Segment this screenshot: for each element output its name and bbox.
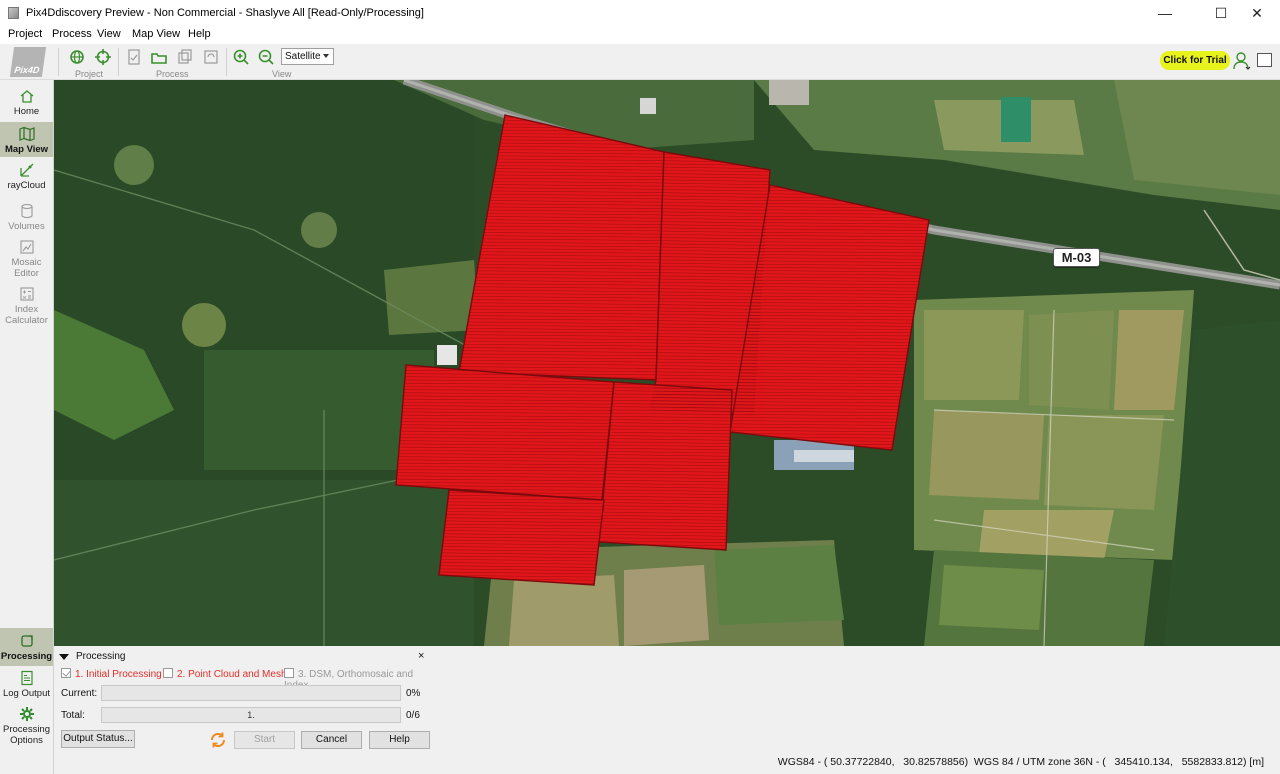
current-progress-value: 0% <box>406 688 421 699</box>
sidebar-item-label: Processing Options <box>3 724 50 746</box>
gear-icon <box>19 707 34 721</box>
collapse-triangle-icon[interactable] <box>59 654 69 660</box>
map-type-value: Satellite <box>285 51 321 62</box>
log-document-icon <box>20 670 33 686</box>
minimize-button[interactable]: — <box>1142 0 1188 26</box>
zoom-out-icon[interactable] <box>257 48 275 66</box>
menu-bar: Project Process View Map View Help <box>0 26 1280 44</box>
sidebar-item-label: Map View <box>4 144 49 155</box>
toolbar: Pix4D Project Process Satellite View Cli… <box>0 44 1280 80</box>
gcp-crosshair-icon[interactable] <box>94 48 112 66</box>
app-icon <box>8 7 19 19</box>
sidebar-item-map-view[interactable]: Map View <box>0 122 53 157</box>
close-panel-button[interactable]: × <box>418 650 424 662</box>
menu-map-view[interactable]: Map View <box>132 28 180 40</box>
total-progress-text: 1. <box>247 710 255 720</box>
sidebar-item-volumes[interactable]: Volumes <box>0 203 53 237</box>
cancel-button[interactable]: Cancel <box>301 731 362 749</box>
user-account-icon[interactable] <box>1233 51 1251 71</box>
close-button[interactable]: ✕ <box>1234 0 1280 26</box>
calculator-icon <box>19 287 34 301</box>
zoom-in-icon[interactable] <box>232 48 250 66</box>
road-label-m03: M-03 <box>1053 248 1100 267</box>
step-point-cloud-mesh[interactable]: 2. Point Cloud and Mesh <box>163 668 287 680</box>
toolbar-group-process: Process <box>156 69 189 79</box>
raycloud-icon <box>19 163 33 177</box>
toolbar-group-view: View <box>272 69 292 79</box>
copy-icon[interactable] <box>176 48 194 66</box>
mosaic-editor-icon <box>19 240 34 254</box>
sidebar-item-label: rayCloud <box>7 180 46 191</box>
step-label: 1. Initial Processing <box>75 669 162 680</box>
sidebar-item-label: Processing <box>0 651 53 662</box>
checkbox-checked-icon[interactable] <box>61 668 71 678</box>
toolbar-separator <box>58 48 59 76</box>
sidebar-item-processing[interactable]: Processing <box>0 628 53 666</box>
menu-help[interactable]: Help <box>188 28 211 40</box>
sidebar-item-processing-options[interactable]: Processing Options <box>0 706 53 752</box>
pix4d-logo: Pix4D <box>9 47 47 77</box>
checkbox-icon[interactable] <box>284 668 294 678</box>
sidebar-item-index-calculator[interactable]: Index Calculator <box>0 286 53 332</box>
current-progress-bar <box>101 685 401 701</box>
sidebar-item-log-output[interactable]: Log Output <box>0 670 53 704</box>
refresh-icon[interactable] <box>209 731 227 749</box>
panel-toggle-icon[interactable] <box>1257 53 1272 67</box>
project-open-icon[interactable] <box>68 48 86 66</box>
processing-panel: Processing × 1. Initial Processing 2. Po… <box>54 646 431 752</box>
sidebar-item-raycloud[interactable]: rayCloud <box>0 162 53 196</box>
menu-view[interactable]: View <box>97 28 121 40</box>
sync-icon[interactable] <box>202 48 220 66</box>
total-progress-bar: 1. <box>101 707 401 723</box>
total-progress-value: 0/6 <box>406 710 420 721</box>
menu-project[interactable]: Project <box>8 28 42 40</box>
output-status-button[interactable]: Output Status... <box>61 730 135 748</box>
step-initial-processing[interactable]: 1. Initial Processing <box>61 668 162 680</box>
sidebar-item-label: Index Calculator <box>5 304 48 326</box>
menu-process[interactable]: Process <box>52 28 92 40</box>
processing-panel-header: Processing × <box>54 650 431 664</box>
open-folder-icon[interactable] <box>150 48 168 66</box>
toolbar-separator <box>226 48 227 76</box>
click-for-trial-button[interactable]: Click for Trial <box>1160 51 1230 70</box>
help-button[interactable]: Help <box>369 731 430 749</box>
checkbox-icon[interactable] <box>163 668 173 678</box>
current-progress-label: Current: <box>61 688 98 699</box>
sidebar-item-home[interactable]: Home <box>0 88 53 122</box>
home-icon <box>20 90 33 103</box>
start-button[interactable]: Start <box>234 731 295 749</box>
toolbar-group-project: Project <box>75 69 104 79</box>
satellite-imagery <box>54 80 1280 646</box>
processing-panel-title: Processing <box>76 651 126 662</box>
sidebar-item-mosaic-editor[interactable]: Mosaic Editor <box>0 239 53 283</box>
map-type-select[interactable]: Satellite <box>281 48 334 65</box>
window-title: Pix4Ddiscovery Preview - Non Commercial … <box>26 7 424 19</box>
step-label: 2. Point Cloud and Mesh <box>177 669 287 680</box>
total-progress-label: Total: <box>61 710 85 721</box>
check-document-icon[interactable] <box>125 48 143 66</box>
status-bar: WGS84 - ( 50.37722840, 30.82578856) WGS … <box>54 752 1280 774</box>
sidebar-item-label: Volumes <box>8 221 45 232</box>
volume-cylinder-icon <box>20 203 33 219</box>
sidebar-item-label: Log Output <box>2 688 50 699</box>
sidebar-item-label: Home <box>13 106 40 117</box>
toolbar-separator <box>118 48 119 76</box>
title-bar: Pix4Ddiscovery Preview - Non Commercial … <box>0 0 1280 26</box>
chevron-down-icon <box>323 54 329 58</box>
map-icon <box>18 126 35 142</box>
processing-icon <box>20 635 33 647</box>
sidebar-item-label: Mosaic Editor <box>11 257 42 279</box>
cursor-coordinates: WGS84 - ( 50.37722840, 30.82578856) WGS … <box>777 756 1264 768</box>
left-sidebar: Home Map View rayCloud Volumes Mosaic Ed… <box>0 80 54 774</box>
satellite-map-view[interactable]: M-03 <box>54 80 1280 646</box>
